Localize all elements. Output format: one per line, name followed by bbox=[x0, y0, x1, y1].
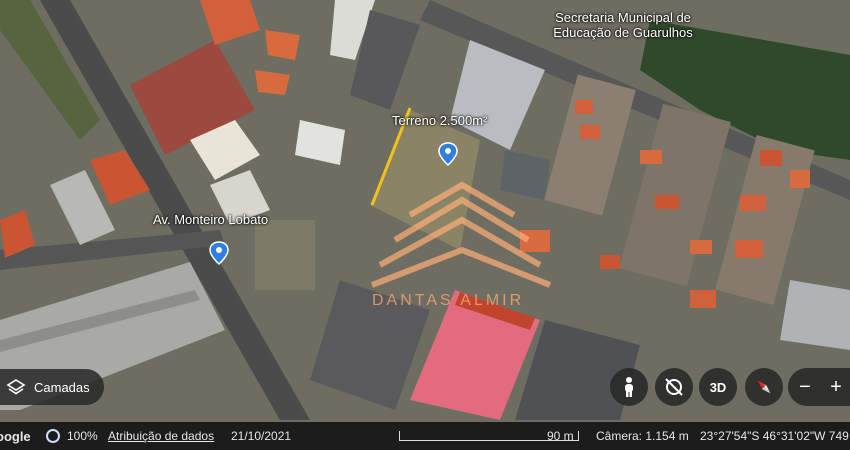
layers-button[interactable]: Camadas bbox=[0, 369, 104, 405]
scale-bar bbox=[399, 431, 579, 441]
layers-label: Camadas bbox=[34, 379, 90, 395]
watermark-text: DANTAS ALMIR bbox=[372, 292, 525, 309]
poi-label[interactable]: Secretaria Municipal de Educação de Guar… bbox=[543, 10, 703, 40]
poi-label-line2: Educação de Guarulhos bbox=[553, 25, 693, 40]
placemark-pin-icon[interactable] bbox=[438, 142, 458, 166]
loading-ring-icon bbox=[46, 429, 60, 443]
street-label[interactable]: Av. Monteiro Lobato bbox=[153, 212, 268, 227]
data-attribution-link[interactable]: Atribuição de dados bbox=[108, 429, 214, 443]
zoom-control: − + bbox=[788, 368, 850, 406]
imagery-date: 21/10/2021 bbox=[231, 429, 292, 443]
load-progress: 100% bbox=[67, 429, 98, 443]
street-view-button[interactable] bbox=[610, 368, 648, 406]
pegman-icon bbox=[625, 377, 633, 397]
rotate-icon bbox=[665, 378, 683, 396]
coordinates-readout: 23°27'54"S 46°31'02"W 749 bbox=[700, 429, 849, 443]
rotate-view-button[interactable] bbox=[655, 368, 693, 406]
compass-icon bbox=[757, 380, 771, 394]
placemark-pin-icon[interactable] bbox=[209, 241, 229, 265]
compass-button[interactable] bbox=[745, 368, 783, 406]
zoom-out-button[interactable]: − bbox=[788, 376, 822, 399]
camera-altitude: Câmera: 1.154 m bbox=[596, 429, 689, 443]
view-3d-button[interactable]: 3D bbox=[699, 368, 737, 406]
layers-icon bbox=[6, 379, 26, 395]
zoom-in-button[interactable]: + bbox=[822, 376, 850, 399]
brand-logo: oogle bbox=[0, 429, 31, 444]
lot-label[interactable]: Terreno 2.500m² bbox=[392, 113, 487, 128]
poi-label-line1: Secretaria Municipal de bbox=[555, 10, 691, 25]
